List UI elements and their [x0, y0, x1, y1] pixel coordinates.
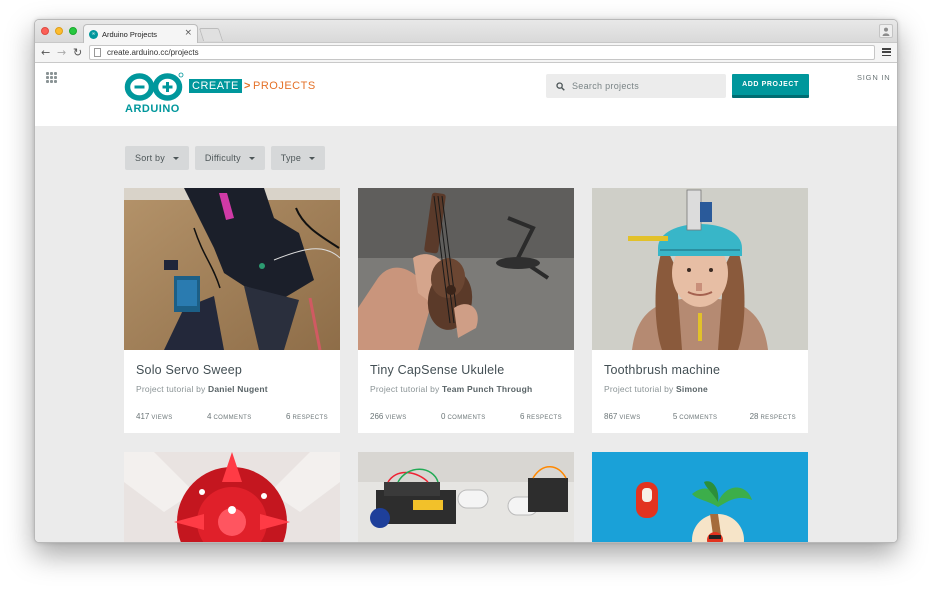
comments-count: 5 — [672, 412, 678, 421]
sign-in-link[interactable]: SIGN IN — [857, 73, 891, 82]
browser-window: ∞ Arduino Projects × ← → ↻ create.arduin… — [34, 19, 898, 543]
views-label: VIEWS — [385, 415, 407, 421]
page-content: ARDUINO CREATE > PROJECTS ADD PROJECT SI… — [35, 64, 897, 542]
card-title[interactable]: Tiny CapSense Ukulele — [370, 363, 562, 377]
card-subtitle-prefix: Project tutorial by — [604, 384, 674, 394]
respects-label: RESPECTS — [760, 415, 796, 421]
comments-label: COMMENTS — [679, 415, 718, 421]
breadcrumb-projects[interactable]: PROJECTS — [253, 79, 316, 93]
comments-stat[interactable]: 4 COMMENTS — [207, 412, 252, 421]
project-card[interactable]: Toothbrush machine Project tutorial by S… — [592, 188, 808, 433]
card-stats: 266 VIEWS 0 COMMENTS 6 RESPECTS — [370, 412, 562, 421]
comments-stat[interactable]: 0 COMMENTS — [441, 412, 486, 421]
tab-close-icon[interactable]: × — [184, 28, 192, 38]
views-stat: 867 VIEWS — [604, 412, 641, 421]
respects-count: 28 — [749, 412, 759, 421]
card-title[interactable]: Solo Servo Sweep — [136, 363, 328, 377]
minimize-window-button[interactable] — [55, 27, 63, 35]
respects-stat[interactable]: 28 RESPECTS — [750, 412, 796, 421]
respects-count: 6 — [520, 412, 525, 421]
card-subtitle-prefix: Project tutorial by — [370, 384, 440, 394]
card-stats: 417 VIEWS 4 COMMENTS 6 RESPECTS — [136, 412, 328, 421]
respects-label: RESPECTS — [526, 415, 562, 421]
create-badge[interactable]: CREATE — [189, 79, 242, 93]
filter-bar: Sort by Difficulty Type — [125, 146, 326, 170]
difficulty-dropdown[interactable]: Difficulty — [194, 146, 265, 170]
address-bar[interactable]: create.arduino.cc/projects — [89, 45, 875, 60]
add-project-button[interactable]: ADD PROJECT — [732, 74, 809, 98]
views-count: 867 — [604, 412, 618, 421]
type-label: Type — [280, 153, 302, 163]
person-icon — [882, 27, 890, 36]
card-author-link[interactable]: Team Punch Through — [442, 384, 532, 394]
project-thumbnail-ukulele[interactable] — [358, 188, 574, 350]
comments-count: 4 — [207, 412, 212, 421]
views-label: VIEWS — [619, 415, 641, 421]
comments-label: COMMENTS — [447, 415, 486, 421]
browser-toolbar: ← → ↻ create.arduino.cc/projects — [35, 43, 897, 63]
respects-stat[interactable]: 6 RESPECTS — [520, 412, 562, 421]
search-input[interactable] — [572, 81, 712, 91]
comments-stat[interactable]: 5 COMMENTS — [673, 412, 718, 421]
new-tab-button[interactable] — [198, 28, 224, 41]
search-icon — [556, 81, 565, 91]
project-thumbnail-servo[interactable] — [124, 188, 340, 350]
card-subtitle: Project tutorial by Simone — [604, 384, 796, 394]
card-stats: 867 VIEWS 5 COMMENTS 28 RESPECTS — [604, 412, 796, 421]
browser-tab[interactable]: ∞ Arduino Projects × — [83, 24, 198, 43]
views-label: VIEWS — [151, 415, 173, 421]
zoom-window-button[interactable] — [69, 27, 77, 35]
caret-down-icon — [248, 156, 255, 160]
project-thumbnail-red-lamp[interactable] — [124, 452, 340, 542]
site-header: ARDUINO CREATE > PROJECTS ADD PROJECT SI… — [35, 64, 897, 126]
browser-tab-bar: ∞ Arduino Projects × — [35, 20, 897, 43]
card-subtitle-prefix: Project tutorial by — [136, 384, 206, 394]
forward-arrow-icon[interactable]: → — [57, 46, 66, 59]
breadcrumb-separator: > — [244, 80, 251, 92]
views-count: 417 — [136, 412, 150, 421]
arduino-infinity-logo-icon[interactable] — [124, 72, 184, 102]
url-text: create.arduino.cc/projects — [107, 48, 199, 57]
comments-count: 0 — [441, 412, 446, 421]
views-count: 266 — [370, 412, 384, 421]
respects-count: 6 — [286, 412, 291, 421]
respects-stat[interactable]: 6 RESPECTS — [286, 412, 328, 421]
type-dropdown[interactable]: Type — [270, 146, 326, 170]
reload-icon[interactable]: ↻ — [73, 46, 82, 59]
project-thumbnail-toothbrush[interactable] — [592, 188, 808, 350]
views-stat: 417 VIEWS — [136, 412, 173, 421]
tab-title: Arduino Projects — [102, 29, 158, 39]
back-arrow-icon[interactable]: ← — [41, 46, 50, 59]
project-thumbnail-island-illustration[interactable] — [592, 452, 808, 542]
caret-down-icon — [309, 156, 316, 160]
project-card[interactable] — [358, 452, 574, 542]
sort-by-dropdown[interactable]: Sort by — [125, 146, 189, 170]
card-author-link[interactable]: Daniel Nugent — [208, 384, 268, 394]
project-card[interactable]: Tiny CapSense Ukulele Project tutorial b… — [358, 188, 574, 433]
card-title[interactable]: Toothbrush machine — [604, 363, 796, 377]
comments-label: COMMENTS — [213, 415, 252, 421]
project-card[interactable]: Solo Servo Sweep Project tutorial by Dan… — [124, 188, 340, 433]
project-thumbnail-robot-cars[interactable] — [358, 452, 574, 542]
apps-grid-icon[interactable] — [46, 72, 57, 83]
search-box[interactable] — [546, 74, 726, 98]
project-card[interactable] — [592, 452, 808, 542]
views-stat: 266 VIEWS — [370, 412, 407, 421]
window-controls — [41, 27, 77, 35]
sort-by-label: Sort by — [135, 153, 165, 163]
logo-wordmark[interactable]: ARDUINO — [125, 103, 180, 115]
project-card[interactable] — [124, 452, 340, 542]
respects-label: RESPECTS — [292, 415, 328, 421]
page-icon — [94, 48, 101, 57]
card-subtitle: Project tutorial by Daniel Nugent — [136, 384, 328, 394]
caret-down-icon — [172, 156, 179, 160]
browser-menu-icon[interactable] — [882, 48, 891, 56]
card-subtitle: Project tutorial by Team Punch Through — [370, 384, 562, 394]
close-window-button[interactable] — [41, 27, 49, 35]
difficulty-label: Difficulty — [204, 153, 241, 163]
profile-button[interactable] — [879, 24, 893, 38]
arduino-favicon-icon: ∞ — [89, 29, 98, 39]
card-author-link[interactable]: Simone — [676, 384, 708, 394]
